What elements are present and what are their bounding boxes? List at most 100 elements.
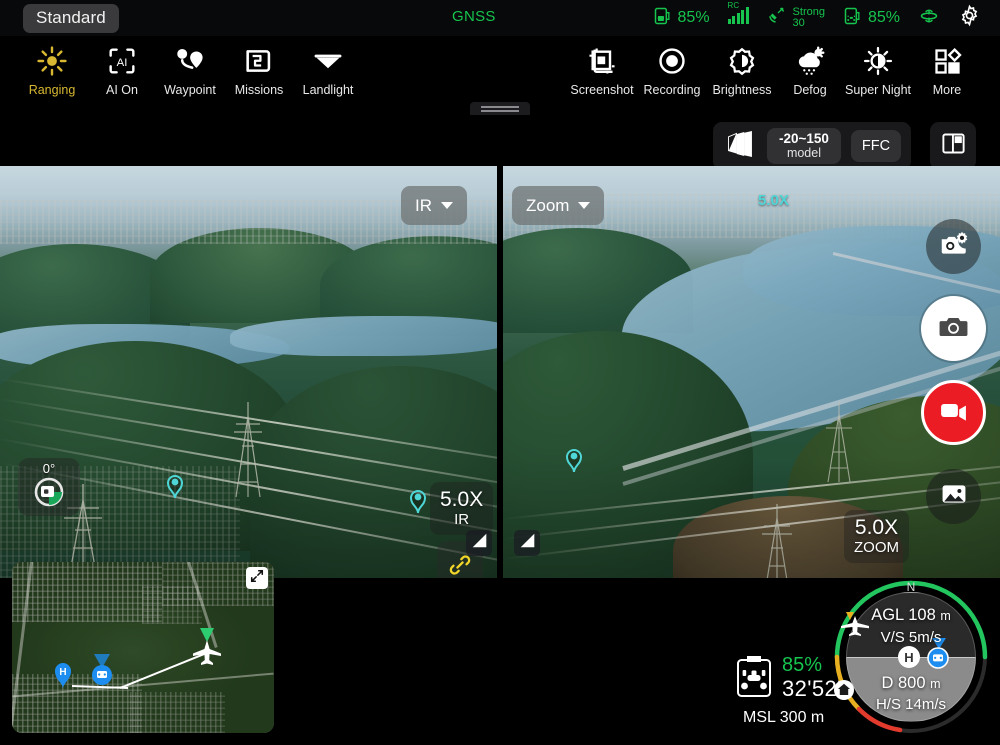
ir-zoom-value: 5.0X: [440, 488, 484, 511]
screenshot-icon: [566, 42, 638, 80]
minimap[interactable]: H: [12, 562, 274, 733]
target-pin-marker[interactable]: [164, 469, 186, 504]
agl-label: AGL: [871, 606, 904, 624]
status-bar: Standard GNSS 85% RC Strong 30 85%: [0, 0, 1000, 36]
toolbar-item-recording[interactable]: Recording: [636, 42, 708, 97]
home-badge: H: [898, 646, 920, 668]
map-aircraft-marker[interactable]: [190, 626, 224, 673]
video-panel-zoom[interactable]: Zoom 5.0X 5.0X ZOOM: [503, 166, 1000, 578]
zoom-level-tag: 5.0X: [758, 192, 789, 209]
vs-value: 5m/s: [908, 629, 942, 646]
toolbar-drag-handle[interactable]: [470, 102, 530, 115]
distance-unit: m: [930, 677, 941, 691]
target-pin-marker[interactable]: [407, 484, 429, 519]
aircraft-battery-icon: [653, 6, 673, 31]
signal-bars: [727, 7, 749, 24]
ir-mode-label: IR: [415, 195, 432, 215]
toolbar-item-ai[interactable]: AI AI On: [86, 42, 158, 97]
rc-battery-indicator[interactable]: 85%: [834, 6, 909, 31]
hs-value: 14m/s: [905, 696, 947, 713]
toolbar-label-brightness: Brightness: [712, 83, 772, 97]
map-urban-area: [12, 562, 162, 622]
gps-signal-text: Strong 30: [792, 6, 825, 29]
toolbar-label-defog: Defog: [793, 83, 827, 97]
chevron-down-icon: [578, 202, 591, 209]
ir-zoom-indicator: 5.0X IR: [430, 482, 494, 536]
msl-value: 300: [779, 709, 807, 726]
gps-satellite-count: 30: [792, 17, 805, 29]
drag-handle-bar: [481, 105, 519, 108]
toolbar-item-super-night[interactable]: Super Night: [842, 42, 914, 97]
satellite-icon: [767, 6, 788, 31]
toolbar-item-more[interactable]: More: [911, 42, 983, 97]
flight-mode-badge[interactable]: Standard: [23, 3, 119, 33]
toolbar-label-waypoint: Waypoint: [164, 83, 216, 97]
record-button[interactable]: [921, 380, 986, 445]
distance-label: D: [881, 674, 894, 692]
camera-settings-button[interactable]: [926, 219, 981, 274]
target-pin-marker[interactable]: [563, 443, 585, 478]
map-rc-marker[interactable]: [88, 650, 116, 695]
zoom-indicator: 5.0X ZOOM: [844, 510, 909, 564]
ai-icon: AI: [86, 42, 158, 80]
wireless-link-icon: [918, 6, 940, 31]
ffc-button[interactable]: FFC: [850, 130, 902, 162]
svg-text:H: H: [59, 667, 66, 678]
hs-label: H/S: [875, 696, 901, 713]
toolbar-item-missions[interactable]: Missions: [223, 42, 295, 97]
toolbar-label-ranging: Ranging: [28, 83, 76, 97]
status-indicators: 85% RC Strong 30 85%: [644, 0, 990, 36]
ir-mode-dropdown[interactable]: IR: [401, 186, 467, 225]
gps-signal-indicator[interactable]: Strong 30: [758, 6, 834, 31]
ir-contrast-toggle[interactable]: [466, 530, 492, 556]
map-home-marker[interactable]: H: [52, 660, 74, 695]
gimbal-angle-indicator[interactable]: 0°: [18, 458, 80, 516]
toolbar-item-brightness[interactable]: Brightness: [706, 42, 778, 97]
ir-temperature-model-button[interactable]: -20~150 model: [767, 127, 841, 165]
expand-icon: [250, 569, 264, 588]
vs-label: V/S: [880, 629, 905, 646]
transmission-indicator[interactable]: [909, 6, 949, 31]
rc-signal-indicator[interactable]: RC: [719, 1, 758, 25]
toolbar-item-ranging[interactable]: Ranging: [16, 42, 88, 97]
zoom-mode-label: Zoom: [526, 195, 570, 215]
toolbar-label-more: More: [932, 83, 962, 97]
toolbar-item-defog[interactable]: Defog: [774, 42, 846, 97]
settings-button[interactable]: [949, 4, 990, 32]
camera-icon: [938, 311, 969, 347]
horizontal-speed-readout: H/S 14m/s: [828, 696, 994, 713]
svg-text:AI: AI: [117, 57, 128, 69]
attitude-indicator[interactable]: N H AGL 108 m V/S 5m/s D 800 m H/S 14m/s: [828, 574, 994, 740]
toolbar-item-landlight[interactable]: Landlight: [292, 42, 364, 97]
distance-readout: D 800 m: [828, 674, 994, 693]
defog-icon: [774, 42, 846, 80]
gallery-icon: [940, 480, 968, 513]
distance-value: 800: [897, 674, 926, 692]
toolbar-item-screenshot[interactable]: Screenshot: [566, 42, 638, 97]
video-panel-ir[interactable]: IR 5.0X IR 0°: [0, 166, 497, 578]
drone-battery-icon: [735, 655, 773, 704]
map-urban-area: [12, 674, 142, 733]
toolbar-item-waypoint[interactable]: Waypoint: [154, 42, 226, 97]
palette-icon: [725, 129, 755, 164]
view-layout-button[interactable]: [930, 122, 976, 170]
river: [230, 316, 497, 356]
rc-battery-icon: [843, 6, 863, 31]
ir-model-label: model: [786, 146, 821, 161]
toolbar-label-landlight: Landlight: [302, 83, 354, 97]
aircraft-battery-indicator[interactable]: 85%: [644, 6, 719, 31]
waypoint-icon: [154, 42, 226, 80]
gallery-button[interactable]: [926, 469, 981, 524]
zoom-mode-dropdown[interactable]: Zoom: [512, 186, 605, 225]
msl-unit: m: [810, 709, 825, 726]
shutter-button[interactable]: [921, 296, 986, 361]
gimbal-angle-value: 0°: [42, 461, 56, 476]
zoom-contrast-toggle[interactable]: [514, 530, 540, 556]
ir-palette-button[interactable]: [723, 129, 757, 163]
minimap-expand-button[interactable]: [246, 567, 268, 589]
agl-unit: m: [940, 609, 951, 623]
super-night-icon: [842, 42, 914, 80]
ir-zoom-label: IR: [454, 510, 470, 528]
rc-signal-label: RC: [727, 1, 740, 10]
gnss-label: GNSS: [452, 8, 496, 25]
